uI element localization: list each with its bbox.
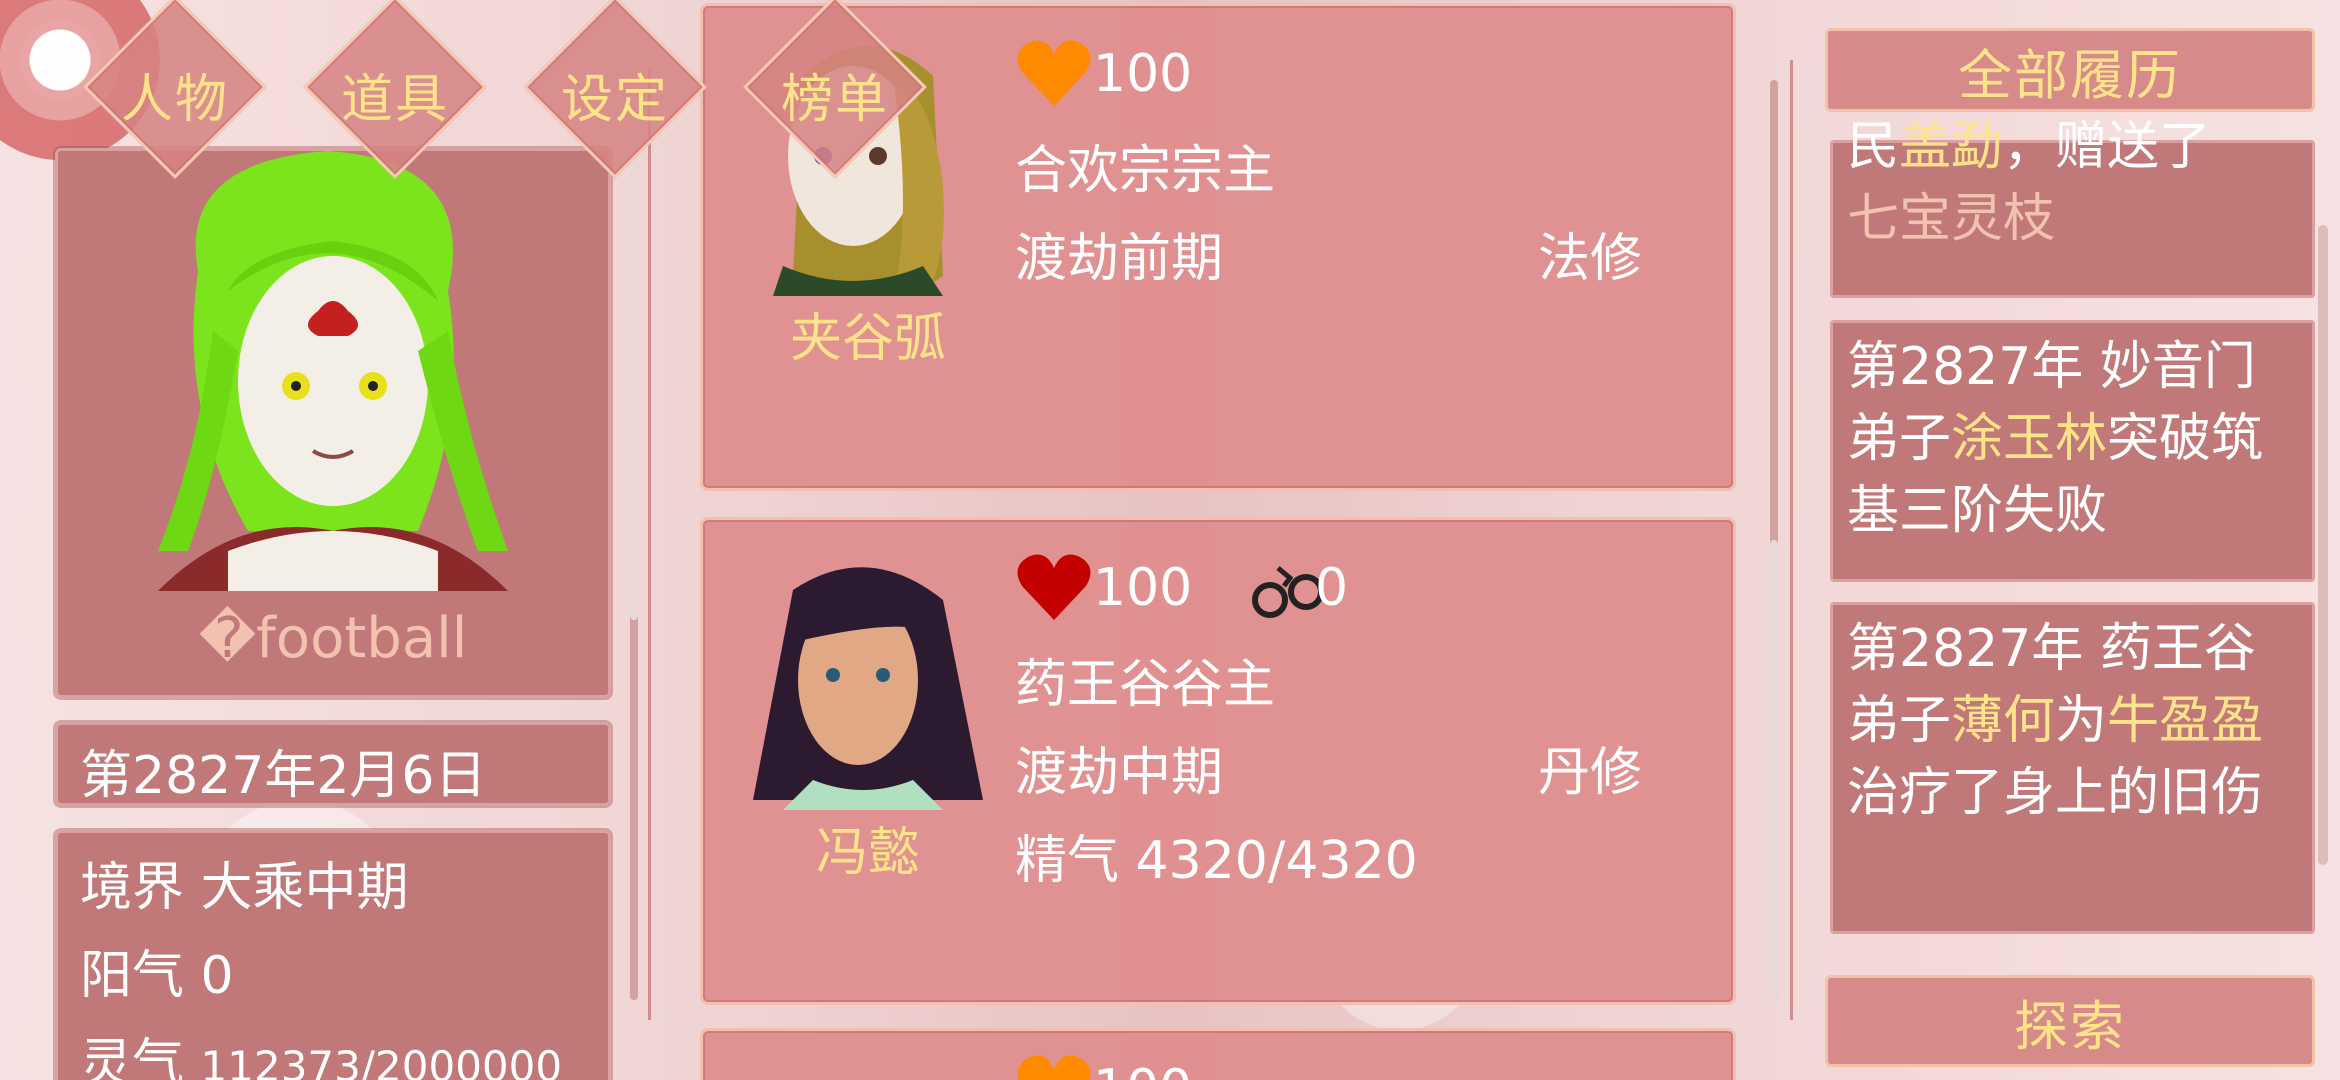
divider	[1790, 60, 1793, 1020]
player-portrait-panel[interactable]: �football	[55, 148, 611, 698]
nav-rankings[interactable]: 榜单	[730, 0, 927, 180]
nav-label: 榜单	[780, 69, 889, 130]
game-date: 第2827年2月6日	[80, 746, 487, 806]
character-class: 法修	[1538, 229, 1643, 289]
scroll-thumb[interactable]	[1770, 540, 1778, 1000]
log-text: ，赠送了	[2003, 117, 2212, 177]
realm-value: 大乘中期	[200, 858, 409, 918]
heart-icon	[1017, 1055, 1091, 1080]
divider	[648, 70, 651, 1020]
stats-panel: 境界 大乘中期 阳气 0 灵气 112373/2000000	[55, 830, 611, 1080]
spirit-row: 灵气 112373/2000000	[80, 1021, 562, 1080]
log-highlight-name: 薄何	[1951, 691, 2056, 751]
realm-row: 境界 大乘中期	[80, 845, 409, 920]
heart-icon	[1017, 40, 1091, 106]
log-item-name: 七宝灵枝	[1847, 189, 2056, 249]
center-scrollbar-left[interactable]	[630, 150, 638, 1000]
log-highlight-name: 牛盈盈	[2107, 691, 2264, 751]
nav-settings[interactable]: 设定	[510, 0, 707, 180]
center-scrollbar[interactable]	[1770, 80, 1778, 1000]
nav-label: 人物	[120, 69, 229, 130]
nav-label: 设定	[560, 69, 669, 130]
character-title: 合欢宗宗主	[1015, 141, 1276, 201]
explore-button[interactable]: 探索	[1825, 975, 2315, 1067]
affection-value: 100	[1093, 558, 1193, 618]
all-history-button[interactable]: 全部履历	[1825, 28, 2315, 112]
nav-characters[interactable]: 人物	[70, 0, 267, 180]
character-name: 冯懿	[815, 823, 920, 883]
bond-value: 0	[1315, 558, 1349, 618]
history-entry-text: 民盖勐，赠送了 七宝灵枝	[1847, 111, 2211, 255]
yang-row: 阳气 0	[80, 933, 234, 1008]
spirit-value: 112373/2000000	[200, 1042, 563, 1080]
realm-label: 境界	[80, 858, 185, 918]
character-name: 夹谷弧	[789, 309, 946, 369]
yang-label: 阳气	[80, 946, 185, 1006]
history-entry: 民盖勐，赠送了 七宝灵枝	[1830, 117, 2315, 298]
essence-row: 精气 4320/4320	[1015, 818, 1418, 893]
scroll-thumb[interactable]	[630, 150, 638, 620]
log-highlight-name: 盖勐	[1899, 117, 2004, 177]
player-portrait	[158, 151, 508, 591]
log-text: 为	[2055, 691, 2108, 751]
nav-items[interactable]: 道具	[290, 0, 487, 180]
character-realm: 渡劫前期	[1015, 229, 1224, 289]
history-scrollbar[interactable]	[2318, 225, 2328, 865]
log-text: 民	[1847, 117, 1900, 177]
character-title: 药王谷谷主	[1015, 655, 1276, 715]
heart-icon	[1017, 554, 1091, 620]
character-card[interactable]: 冯懿 100 0 药王谷谷主 渡劫中期 丹修 精气 4320/4320	[700, 517, 1736, 1005]
nav-label: 道具	[340, 69, 449, 130]
date-panel: 第2827年2月6日	[55, 722, 611, 806]
history-entry: 第2827年 药王谷弟子薄何为牛盈盈治疗了身上的旧伤	[1830, 602, 2315, 934]
character-class: 丹修	[1538, 743, 1643, 803]
log-text: 治疗了身上的旧伤	[1847, 763, 2264, 823]
character-avatar	[753, 567, 983, 810]
affection-value: 100	[1093, 1059, 1192, 1080]
spirit-label: 灵气	[80, 1034, 185, 1080]
affection-value: 100	[1093, 44, 1193, 104]
essence-value: 4320/4320	[1135, 831, 1418, 891]
character-card[interactable]: 100	[700, 1028, 1736, 1080]
character-realm: 渡劫中期	[1015, 743, 1224, 803]
player-name: �football	[198, 606, 468, 671]
essence-label: 精气	[1015, 831, 1120, 891]
yang-value: 0	[200, 946, 234, 1006]
history-entry: 第2827年 妙音门弟子涂玉林突破筑基三阶失败	[1830, 320, 2315, 582]
log-highlight-name: 涂玉林	[1951, 409, 2108, 469]
